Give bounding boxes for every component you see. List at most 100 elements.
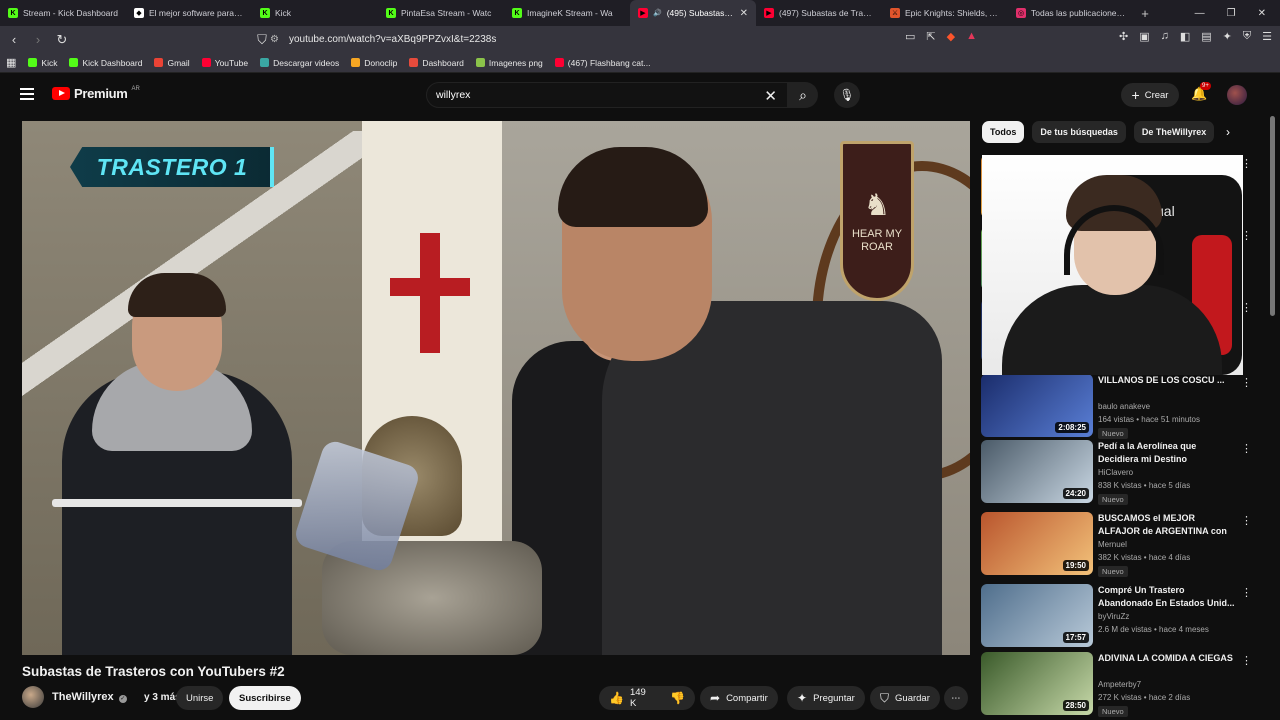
bookmark-favicon-icon: [554, 58, 564, 67]
streamer-webcam-overlay: ual: [982, 155, 1243, 375]
back-icon[interactable]: ‹: [4, 32, 24, 47]
forward-icon[interactable]: ›: [28, 32, 48, 47]
recommendation-item[interactable]: 19:50 BUSCAMOS el MEJOR ALFAJOR de ARGENT…: [981, 512, 1252, 577]
ai-icon[interactable]: ✦: [1223, 30, 1232, 43]
tab-audio-icon[interactable]: 🔊: [653, 9, 662, 17]
bookmark-item[interactable]: Kick Dashboard: [69, 58, 142, 68]
recommendation-thumbnail[interactable]: 24:20: [981, 440, 1093, 503]
share-icon[interactable]: ⇱: [926, 30, 935, 43]
minimize-icon[interactable]: —: [1195, 8, 1205, 19]
window-controls: — ❐ ✕: [1195, 0, 1280, 26]
create-button[interactable]: + Crear: [1121, 83, 1179, 107]
account-avatar[interactable]: [1227, 85, 1247, 105]
recommendation-thumbnail[interactable]: 19:50: [981, 512, 1093, 575]
bookmark-item[interactable]: Gmail: [154, 58, 190, 68]
menu-hamburger-icon[interactable]: [20, 88, 34, 100]
bookmark-icon[interactable]: ⛉: [252, 32, 272, 48]
youtube-logo[interactable]: Premium AR: [52, 86, 140, 101]
clear-search-icon[interactable]: ✕: [764, 87, 777, 105]
recommendation-item[interactable]: 28:50 ADIVINA LA COMIDA A CIEGAS Ampeterby…: [981, 652, 1252, 717]
sidebar-icon[interactable]: ◧: [1180, 30, 1190, 43]
bookmark-item[interactable]: (467) Flashbang cat...: [554, 58, 650, 68]
notification-badge: 9+: [1200, 82, 1211, 90]
notifications-button[interactable]: 🔔 9+: [1191, 82, 1211, 102]
menu-icon[interactable]: ☰: [1262, 30, 1272, 43]
bookmark-item[interactable]: Donoclip: [351, 58, 397, 68]
url-field[interactable]: ⚙ youtube.com/watch?v=aXBq9PPZvxI&t=2238…: [270, 30, 990, 49]
channel-avatar[interactable]: [22, 686, 44, 708]
recommendation-thumbnail[interactable]: 17:57: [981, 584, 1093, 647]
recommendation-thumbnail[interactable]: 28:50: [981, 652, 1093, 715]
recommendation-item[interactable]: 17:57 Compré Un Trastero Abandonado En Es…: [981, 584, 1252, 648]
browser-tab[interactable]: K Kick: [252, 0, 378, 26]
page-scrollbar[interactable]: [1270, 116, 1276, 720]
bookmark-item[interactable]: Dashboard: [409, 58, 464, 68]
bookmark-item[interactable]: Kick: [28, 58, 57, 68]
browser-tab[interactable]: ▶ (497) Subastas de Trastero: [756, 0, 882, 26]
tab-favicon-icon: ⚔: [890, 8, 900, 18]
youtube-header: Premium AR willyrex ✕ ⌕ 🎙 + Crear 🔔 9+: [0, 74, 1280, 116]
tab-title: PintaEsa Stream - Watc: [401, 8, 492, 18]
templar-cross: [390, 233, 470, 353]
scene-sword: [52, 499, 302, 507]
vpn-icon[interactable]: ⛨: [1243, 30, 1251, 43]
bookmark-item[interactable]: Imagenes png: [475, 58, 543, 68]
brave-shield-icon[interactable]: ◆: [947, 30, 955, 43]
duration-badge: 2:08:25: [1055, 422, 1089, 433]
browser-tab[interactable]: ⚔ Epic Knights: Shields, Armo: [882, 0, 1008, 26]
music-icon[interactable]: ♫: [1161, 30, 1169, 43]
browser-tab[interactable]: K PintaEsa Stream - Watc: [378, 0, 504, 26]
browser-tab[interactable]: K ImagineK Stream - Wa: [504, 0, 630, 26]
browser-tab[interactable]: ◎ Todas las publicaciones • I: [1008, 0, 1134, 26]
site-settings-icon[interactable]: ⚙: [270, 34, 279, 45]
recommendation-thumbnail[interactable]: 2:08:25: [981, 374, 1093, 437]
video-player[interactable]: ♞ HEAR MY ROAR TRASTERO 1: [22, 121, 970, 655]
more-options-icon[interactable]: ⋮: [1241, 376, 1252, 389]
bookmark-item[interactable]: YouTube: [201, 58, 248, 68]
browser-tab[interactable]: ▶ 🔊 (495) Subastas de ✕: [630, 0, 756, 26]
close-window-icon[interactable]: ✕: [1258, 8, 1266, 19]
filter-chip[interactable]: De tus búsquedas: [1032, 121, 1126, 143]
wallet-icon[interactable]: ▣: [1139, 30, 1149, 43]
browser-tab[interactable]: K Stream - Kick Dashboard: [0, 0, 126, 26]
filter-chip[interactable]: De TheWillyrex: [1133, 121, 1215, 143]
more-options-icon[interactable]: ⋮: [1241, 654, 1252, 667]
share-button[interactable]: ➦ Compartir: [700, 686, 778, 710]
search-input[interactable]: willyrex ✕: [426, 82, 788, 108]
recommendation-item[interactable]: 2:08:25 VILLANOS DE LOS COSCU ... baulo an…: [981, 374, 1252, 439]
close-tab-icon[interactable]: ✕: [740, 8, 748, 19]
save-button[interactable]: ⛉ Guardar: [870, 686, 940, 710]
restore-icon[interactable]: ❐: [1227, 8, 1236, 19]
more-actions-button[interactable]: ⋯: [944, 686, 968, 710]
subscribe-button[interactable]: Suscribirse: [229, 686, 301, 710]
more-options-icon[interactable]: ⋮: [1241, 442, 1252, 455]
like-button[interactable]: 👍 149 K 👎: [599, 686, 695, 710]
more-options-icon[interactable]: ⋮: [1241, 586, 1252, 599]
new-tab-icon[interactable]: +: [1134, 6, 1156, 21]
wallet-icon-2[interactable]: ▤: [1201, 30, 1211, 43]
join-button[interactable]: Unirse: [176, 686, 224, 710]
extensions-icon[interactable]: ✣: [1119, 30, 1128, 43]
overlay-label-text: TRASTERO 1: [96, 153, 248, 180]
bookmarks-bar: ▦ Kick Kick Dashboard Gmail YouTube Descarga…: [0, 53, 1280, 73]
share-arrow-icon: ➦: [710, 691, 721, 705]
screen-icon[interactable]: ▭: [905, 30, 915, 43]
recommendation-item[interactable]: 24:20 Pedí a la Aerolínea que Decidiera m…: [981, 440, 1252, 505]
filter-chip[interactable]: Todos: [982, 121, 1025, 143]
ask-button[interactable]: ✦ Preguntar: [787, 686, 865, 710]
scrollbar-thumb[interactable]: [1270, 116, 1275, 316]
reload-icon[interactable]: ↻: [52, 32, 72, 48]
bookmark-item[interactable]: Descargar videos: [260, 58, 339, 68]
bookmark-label: Donoclip: [364, 57, 398, 68]
browser-tab[interactable]: ◆ El mejor software para pod: [126, 0, 252, 26]
search-button[interactable]: ⌕: [788, 82, 818, 108]
chevron-right-icon[interactable]: ›: [1226, 125, 1230, 139]
more-options-icon[interactable]: ⋮: [1241, 514, 1252, 527]
logo-word: Premium: [74, 86, 128, 101]
rewards-icon[interactable]: ▲: [966, 30, 977, 43]
channel-name[interactable]: TheWillyrex ✓: [52, 691, 127, 703]
voice-search-button[interactable]: 🎙: [834, 82, 860, 108]
apps-grid-icon[interactable]: ▦: [6, 56, 16, 69]
recommendation-channel: baulo anakeve: [1098, 402, 1151, 411]
dislike-icon[interactable]: 👎: [670, 691, 685, 705]
